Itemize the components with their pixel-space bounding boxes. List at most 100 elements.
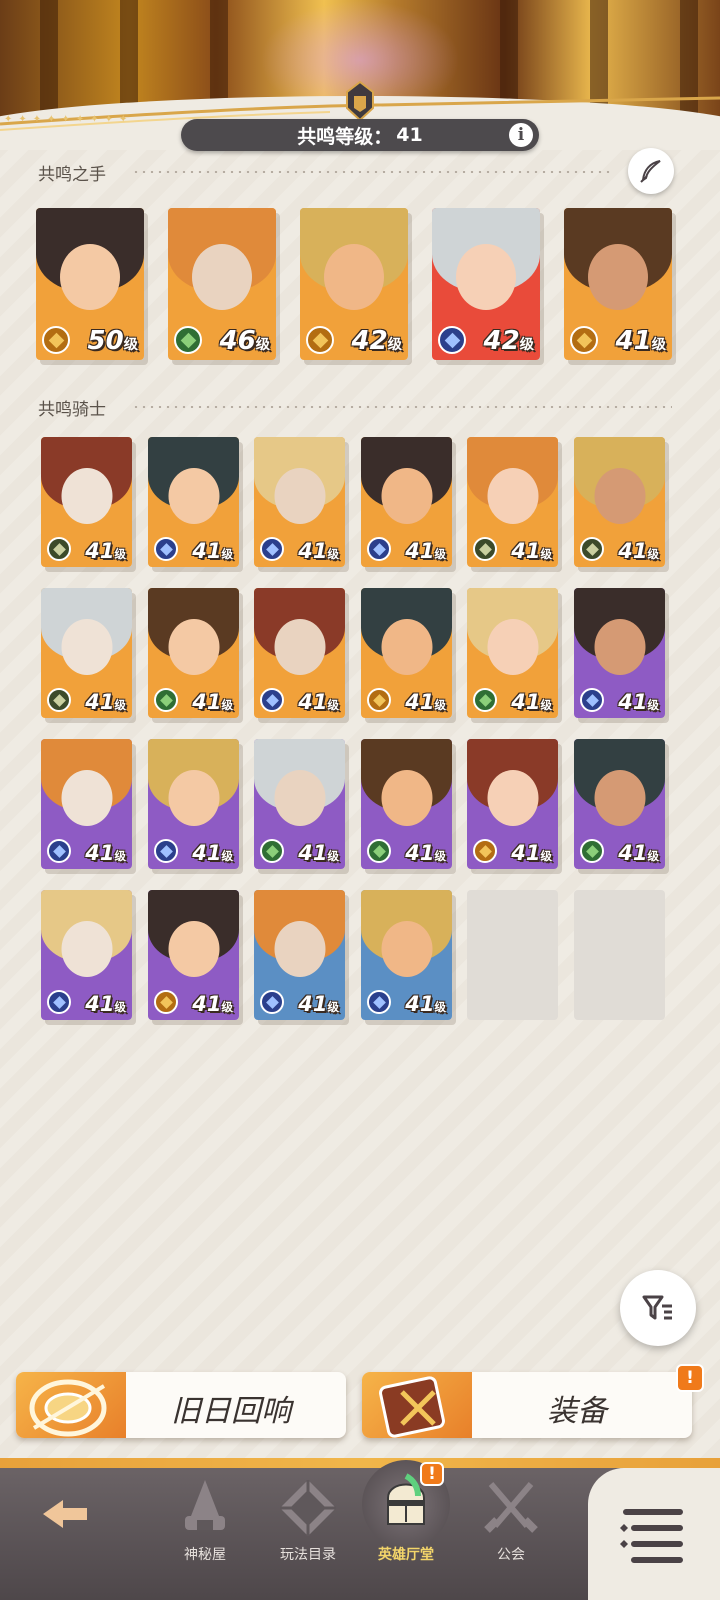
menu-list-icon	[620, 1509, 683, 1563]
nav-item-mystery-house[interactable]: 神秘屋	[160, 1470, 250, 1600]
hero-level: 41级	[511, 841, 552, 865]
hero-level: 41级	[405, 841, 446, 865]
hero-level-unit: 级	[327, 849, 339, 863]
light-bearer-faction-icon	[154, 990, 178, 1014]
light-bearer-faction-icon	[367, 688, 391, 712]
celestial-faction-icon	[260, 688, 284, 712]
hero-level-value: 41	[405, 690, 435, 714]
hand-hero-card[interactable]: 42级	[300, 208, 408, 360]
wilder-faction-icon	[154, 688, 178, 712]
knight-hero-card[interactable]: 41级	[41, 437, 132, 567]
knight-hero-card[interactable]: 41级	[254, 437, 345, 567]
hero-level-value: 41	[298, 690, 328, 714]
hero-portrait	[487, 468, 538, 524]
knight-hero-card[interactable]: 41级	[467, 739, 558, 869]
hero-level-value: 41	[511, 841, 541, 865]
hero-portrait	[168, 921, 219, 977]
hand-hero-card[interactable]: 42级	[432, 208, 540, 360]
echoes-button[interactable]: 旧日回响	[16, 1372, 346, 1438]
celestial-faction-icon	[260, 537, 284, 561]
knight-hero-card[interactable]: 41级	[574, 437, 665, 567]
section-title-knights: 共鸣骑士	[38, 400, 106, 420]
sparkle-decoration: ✦✦✦✦✦✦✦✦✦	[4, 114, 134, 125]
hero-level-unit: 级	[647, 698, 659, 712]
empty-hero-slot	[467, 890, 558, 1020]
nav-label: 英雄厅堂	[378, 1547, 434, 1563]
knight-hero-card[interactable]: 41级	[361, 890, 452, 1020]
hero-level: 41级	[405, 539, 446, 563]
graveborn-faction-icon	[47, 537, 71, 561]
hand-hero-card[interactable]: 46级	[168, 208, 276, 360]
knight-hero-card[interactable]: 41级	[41, 739, 132, 869]
menu-button[interactable]	[588, 1468, 720, 1600]
hero-level: 42级	[352, 326, 402, 356]
hero-portrait	[594, 770, 645, 826]
hero-level-unit: 级	[519, 337, 534, 353]
hero-level: 41级	[511, 690, 552, 714]
hero-level-unit: 级	[114, 698, 126, 712]
nav-item-game-modes[interactable]: 玩法目录	[258, 1470, 358, 1600]
hero-level-value: 41	[85, 841, 115, 865]
hero-level-value: 41	[618, 841, 648, 865]
hero-level-value: 46	[219, 326, 256, 356]
equipment-button[interactable]: 装备	[362, 1372, 692, 1438]
wilder-faction-icon	[367, 839, 391, 863]
filter-icon	[642, 1295, 672, 1320]
resonance-level-value: 41	[396, 124, 423, 146]
hero-level: 41级	[618, 690, 659, 714]
hero-level: 41级	[192, 539, 233, 563]
nav-item-guild[interactable]: 公会	[466, 1470, 556, 1600]
knight-hero-card[interactable]: 41级	[41, 890, 132, 1020]
hero-level-value: 41	[192, 841, 222, 865]
knight-hero-card[interactable]: 41级	[361, 588, 452, 718]
hero-hall-alert-badge: !	[420, 1462, 444, 1486]
hero-level-value: 41	[85, 690, 115, 714]
knight-hero-card[interactable]: 41级	[148, 588, 239, 718]
hero-level: 41级	[405, 690, 446, 714]
knight-hero-card[interactable]: 41级	[254, 890, 345, 1020]
knight-hero-card[interactable]: 41级	[467, 588, 558, 718]
knight-hero-card[interactable]: 41级	[574, 588, 665, 718]
hero-level: 41级	[405, 992, 446, 1016]
hero-level-value: 41	[405, 539, 435, 563]
hero-level-value: 41	[298, 841, 328, 865]
knight-hero-card[interactable]: 41级	[574, 739, 665, 869]
hero-level-value: 41	[192, 690, 222, 714]
hero-level: 41级	[85, 690, 126, 714]
celestial-faction-icon	[260, 990, 284, 1014]
hero-level-value: 41	[85, 992, 115, 1016]
quill-button[interactable]	[628, 148, 674, 194]
hero-portrait	[274, 921, 325, 977]
knight-hero-card[interactable]: 41级	[254, 739, 345, 869]
hero-level-unit: 级	[434, 849, 446, 863]
hero-level: 41级	[511, 539, 552, 563]
hand-hero-card[interactable]: 41级	[564, 208, 672, 360]
knight-hero-card[interactable]: 41级	[467, 437, 558, 567]
wilder-faction-icon	[473, 688, 497, 712]
knight-hero-card[interactable]: 41级	[41, 588, 132, 718]
knight-hero-card[interactable]: 41级	[361, 739, 452, 869]
hero-level-value: 41	[511, 690, 541, 714]
hero-portrait	[61, 468, 112, 524]
info-icon[interactable]: i	[509, 123, 533, 147]
nav-item-hero-hall[interactable]: ! 英雄厅堂	[356, 1460, 456, 1600]
section-title-hands: 共鸣之手	[38, 165, 106, 185]
hero-portrait	[487, 770, 538, 826]
hand-hero-card[interactable]: 50级	[36, 208, 144, 360]
knight-hero-card[interactable]: 41级	[148, 739, 239, 869]
filter-button[interactable]	[620, 1270, 696, 1346]
celestial-faction-icon	[367, 990, 391, 1014]
back-button[interactable]	[20, 1470, 110, 1600]
graveborn-faction-icon	[580, 537, 604, 561]
hero-level-value: 41	[192, 539, 222, 563]
hero-portrait	[168, 770, 219, 826]
hero-level: 41级	[85, 841, 126, 865]
knight-hero-card[interactable]: 41级	[361, 437, 452, 567]
section-divider	[132, 406, 672, 408]
knight-hero-card[interactable]: 41级	[148, 437, 239, 567]
knight-hero-card[interactable]: 41级	[254, 588, 345, 718]
hero-level: 41级	[618, 539, 659, 563]
knight-hero-card[interactable]: 41级	[148, 890, 239, 1020]
hero-level-value: 41	[405, 841, 435, 865]
hero-level-unit: 级	[540, 849, 552, 863]
